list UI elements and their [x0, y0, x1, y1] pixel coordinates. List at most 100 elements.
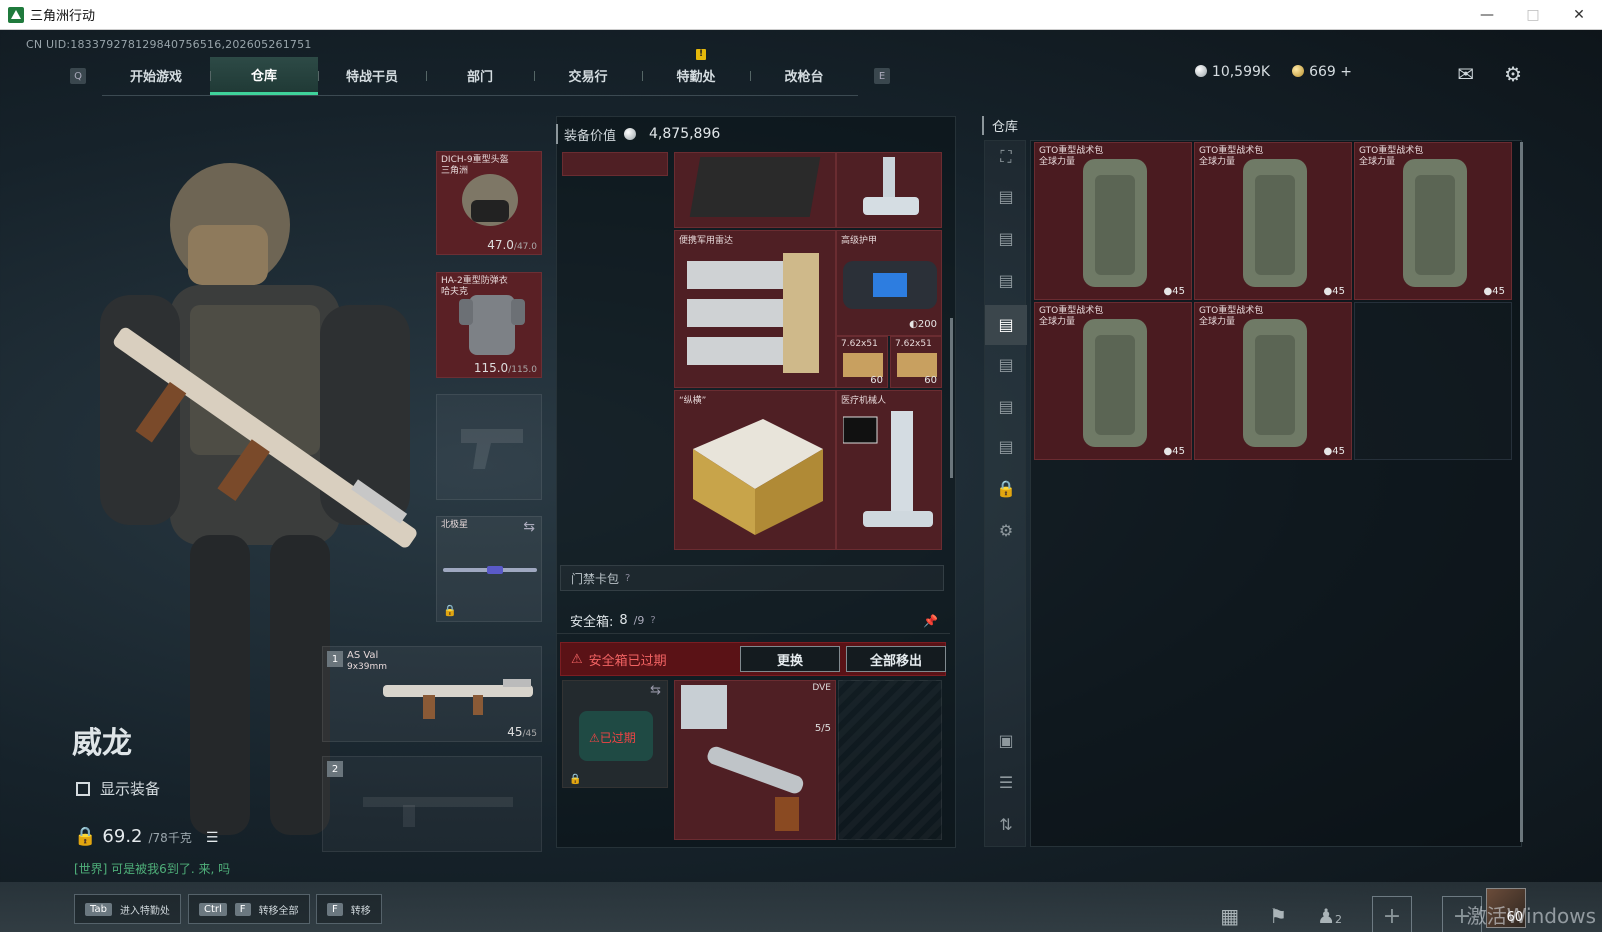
maximize-button[interactable]: □	[1510, 0, 1556, 30]
hint-label: 转移	[350, 905, 371, 917]
inventory-item[interactable]: “纵横”	[674, 390, 836, 550]
weight-value: 69.2	[102, 826, 143, 847]
storage-page-icon[interactable]: ▤	[985, 271, 1027, 290]
warning-icon: ⚠	[571, 651, 583, 667]
armor-slot[interactable]: HA-2重型防弹衣 哈夫克 115.0/115.0	[436, 272, 542, 378]
item-name: 医疗机械人	[841, 396, 887, 406]
chess-set-icon	[693, 419, 823, 535]
primary-weapon-slot[interactable]: 1 AS Val 9x39mm 45/45	[322, 646, 542, 742]
settings-gear-icon[interactable]: ⚙	[1504, 62, 1522, 86]
pin-icon[interactable]: 📌	[923, 614, 938, 628]
inventory-item[interactable]: 便携军用雷达	[674, 230, 836, 388]
sort-icon[interactable]: ⇅	[985, 815, 1027, 834]
tab-warehouse[interactable]: 仓库	[210, 56, 318, 95]
safebox-empty-slot[interactable]	[838, 680, 942, 840]
storage-page-icon[interactable]: ▤	[985, 397, 1027, 416]
key-f: F	[327, 902, 343, 916]
key-ctrl: Ctrl	[199, 902, 227, 916]
warehouse-empty-cell[interactable]	[1354, 302, 1512, 460]
friends-icon[interactable]: ♟2	[1317, 904, 1342, 928]
pistol-silhouette-icon	[461, 429, 523, 469]
lock-icon[interactable]: 🔒	[985, 479, 1027, 498]
warehouse-item-backpack[interactable]: GTO重型战术包 全球力量 ●45	[1194, 142, 1352, 300]
inventory-item[interactable]	[836, 152, 942, 228]
warehouse-item-backpack[interactable]: GTO重型战术包 全球力量 ●45	[1034, 302, 1192, 460]
warehouse-scrollbar[interactable]	[1520, 142, 1523, 842]
show-equipment-toggle[interactable]: 显示装备	[76, 778, 160, 799]
storage-page-icon[interactable]: ▤	[985, 355, 1027, 374]
currency-display: 10,599K 669 +	[1194, 64, 1352, 80]
close-button[interactable]: ✕	[1556, 0, 1602, 30]
transfer-hint[interactable]: F 转移	[316, 894, 382, 924]
show-equipment-label: 显示装备	[100, 780, 161, 798]
mail-icon[interactable]: ✉	[1457, 62, 1474, 86]
backpack-icon	[1083, 159, 1147, 287]
storage-page-icon[interactable]: ▤	[985, 187, 1027, 206]
storage-page-icon[interactable]: ⛶	[985, 147, 1027, 167]
gold-currency[interactable]: 669 +	[1292, 64, 1352, 80]
inventory-item[interactable]	[562, 152, 668, 176]
top-nav: Q 开始游戏 仓库 特战干员 部门 交易行 ! 特勤处 改枪台 E	[70, 48, 890, 96]
storage-page-icon[interactable]: ▤	[985, 229, 1027, 248]
weight-details-icon[interactable]: ☰	[206, 830, 219, 846]
helmet-slot[interactable]: DICH-9重型头盔 三角洲 47.0/47.0	[436, 151, 542, 255]
inventory-item[interactable]: 医疗机械人	[836, 390, 942, 550]
layers-icon[interactable]: ☰	[985, 773, 1027, 792]
safebox-header: 安全箱: 8/9 ? 📌	[556, 608, 950, 634]
melee-name: 北极星	[441, 520, 469, 530]
gear-icon[interactable]: ⚙	[985, 521, 1027, 540]
world-chat-line[interactable]: [世界] 可是被我6到了. 来, 吗	[74, 860, 230, 877]
silver-amount: 10,599K	[1211, 64, 1271, 80]
transfer-all-hint[interactable]: Ctrl F 转移全部	[188, 894, 310, 924]
ammo-box-icon	[897, 353, 937, 377]
equipment-value: 装备价值 4,875,896	[556, 124, 720, 144]
melee-slot[interactable]: 北极星 ⇆ 🔒	[436, 516, 542, 622]
minimize-button[interactable]: —	[1464, 0, 1510, 30]
helmet-durability: 47.0/47.0	[487, 238, 537, 252]
storage-page-icon-active[interactable]: ▤	[985, 305, 1027, 345]
help-icon[interactable]: ?	[650, 615, 655, 626]
add-gold-button[interactable]: +	[1340, 64, 1352, 80]
show-equipment-checkbox[interactable]	[76, 781, 90, 796]
swap-icon[interactable]: ⇆	[650, 683, 661, 698]
warehouse-item-backpack[interactable]: GTO重型战术包 全球力量 ●45	[1034, 142, 1192, 300]
inventory-item[interactable]	[674, 152, 836, 228]
pistol-slot-empty[interactable]	[436, 394, 542, 500]
replace-button[interactable]: 更换	[740, 646, 840, 672]
item-count: ●45	[1483, 286, 1505, 297]
tab-start-game[interactable]: 开始游戏	[102, 57, 210, 95]
silver-coin-icon	[624, 128, 637, 140]
slot-number-badge: 2	[327, 761, 343, 777]
enter-special-ops-hint[interactable]: Tab 进入特勤处	[74, 894, 181, 924]
move-all-out-button[interactable]: 全部移出	[846, 646, 946, 672]
capture-icon[interactable]: ▣	[985, 731, 1027, 750]
inventory-scrollbar[interactable]	[950, 318, 953, 478]
flag-icon[interactable]: ⚑	[1269, 904, 1287, 928]
safebox-max: /9	[633, 614, 645, 627]
warehouse-title: 仓库	[982, 116, 1018, 135]
storage-page-icon[interactable]: ▤	[985, 437, 1027, 456]
keycard-pouch[interactable]: 门禁卡包 ?	[560, 565, 944, 591]
tab-special-ops[interactable]: ! 特勤处	[642, 48, 750, 95]
help-icon[interactable]: ?	[625, 573, 630, 584]
tab-department[interactable]: 部门	[426, 57, 534, 95]
inventory-item[interactable]: 7.62x51 60	[836, 336, 888, 388]
warehouse-item-backpack[interactable]: GTO重型战术包 全球力量 ●45	[1354, 142, 1512, 300]
add-teammate-button[interactable]: +	[1372, 896, 1412, 932]
stats-chart-icon[interactable]: ▦	[1220, 904, 1239, 928]
inventory-item[interactable]: 高级护甲 ◐200	[836, 230, 942, 336]
safebox-expired-text: 安全箱已过期	[588, 653, 667, 669]
safebox-item[interactable]: DVE 5/5	[674, 680, 836, 840]
safebox-item[interactable]: ⇆ ⚠已过期 🔒	[562, 680, 668, 788]
inventory-item[interactable]: 7.62x51 60	[890, 336, 942, 388]
warehouse-item-backpack[interactable]: GTO重型战术包 全球力量 ●45	[1194, 302, 1352, 460]
secondary-weapon-slot[interactable]: 2	[322, 756, 542, 852]
tab-gunsmith[interactable]: 改枪台	[750, 57, 858, 95]
equipment-value-label: 装备价值	[564, 128, 617, 144]
mat-icon	[689, 157, 821, 217]
tab-operators[interactable]: 特战干员	[318, 57, 426, 95]
equipment-value-amount: 4,875,896	[649, 126, 721, 142]
swap-icon[interactable]: ⇆	[523, 519, 535, 535]
tab-label: 交易行	[568, 70, 608, 85]
tab-trading[interactable]: 交易行	[534, 57, 642, 95]
